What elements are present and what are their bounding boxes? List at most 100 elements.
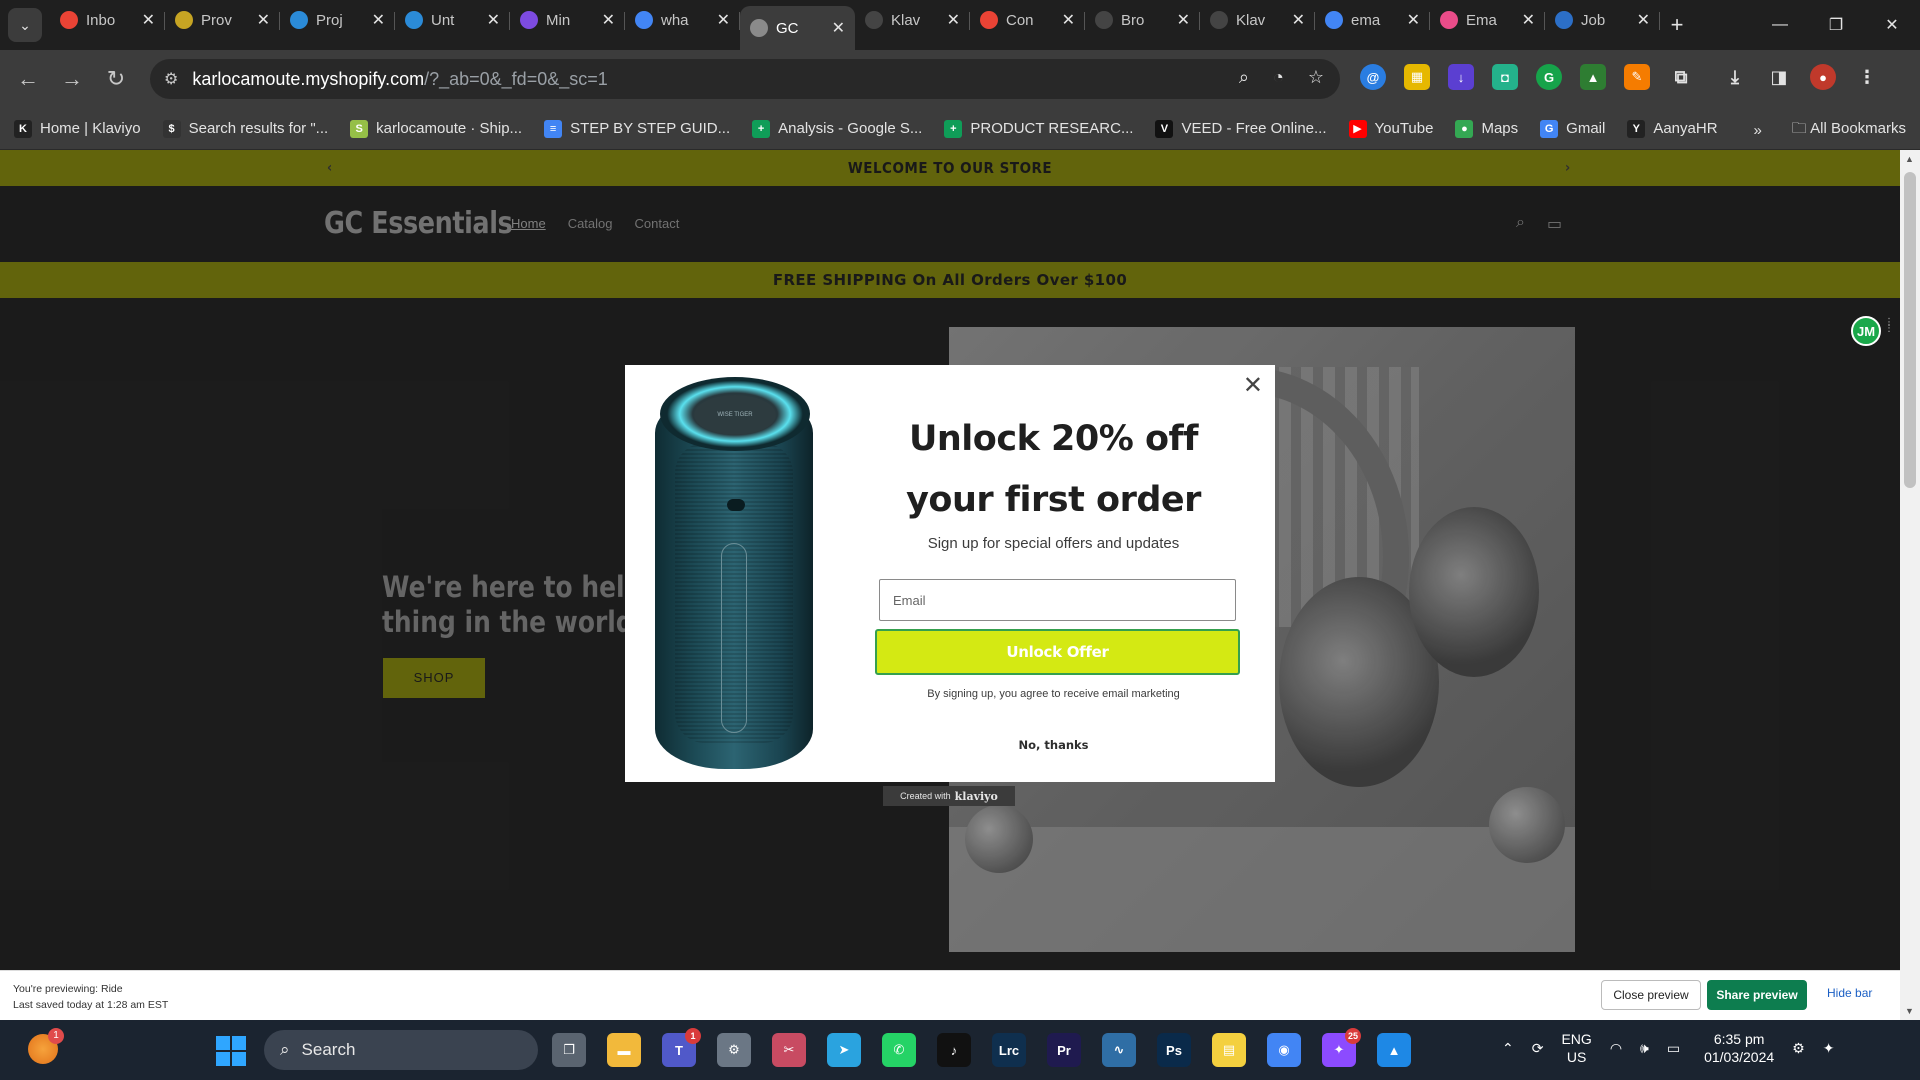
- browser-tab[interactable]: Unt ✕: [395, 0, 510, 40]
- browser-tab[interactable]: Con ✕: [970, 0, 1085, 40]
- tab-close-icon[interactable]: ✕: [717, 10, 730, 30]
- extension-folder-icon[interactable]: ▦: [1404, 64, 1430, 90]
- download-icon[interactable]: ⤓: [1722, 64, 1748, 90]
- task-view-icon[interactable]: ❐: [552, 1033, 586, 1067]
- scrollbar-thumb[interactable]: [1904, 172, 1916, 488]
- hide-bar-link[interactable]: Hide bar: [1827, 986, 1872, 1000]
- email-field[interactable]: Email: [879, 579, 1236, 621]
- reload-button[interactable]: ↻: [94, 57, 138, 101]
- drag-handle-icon[interactable]: ⋮ ⋮: [1884, 318, 1894, 334]
- tab-close-icon[interactable]: ✕: [1292, 10, 1305, 30]
- tab-close-icon[interactable]: ✕: [1522, 10, 1535, 30]
- settings-icon[interactable]: ⚙: [717, 1033, 751, 1067]
- telegram-icon[interactable]: ➤: [827, 1033, 861, 1067]
- tab-close-icon[interactable]: ✕: [1177, 10, 1190, 30]
- chrome-icon[interactable]: ◉: [1267, 1033, 1301, 1067]
- more-bookmarks-icon[interactable]: »: [1753, 122, 1761, 139]
- premiere-icon[interactable]: Pr: [1047, 1033, 1081, 1067]
- tab-close-icon[interactable]: ✕: [947, 10, 960, 30]
- windows-start-icon[interactable]: [216, 1036, 246, 1066]
- bookmark-item[interactable]: G Gmail: [1540, 119, 1605, 138]
- bookmark-item[interactable]: + PRODUCT RESEARC...: [944, 119, 1133, 138]
- tab-close-icon[interactable]: ✕: [602, 10, 615, 30]
- profile-avatar[interactable]: ●: [1810, 64, 1836, 90]
- browser-tab[interactable]: GC ✕: [740, 6, 855, 50]
- resource-monitor-icon[interactable]: ∿: [1102, 1033, 1136, 1067]
- address-bar[interactable]: ⚙ karlocamoute.myshopify.com/?_ab=0&_fd=…: [150, 59, 1340, 99]
- tab-close-icon[interactable]: ✕: [487, 10, 500, 30]
- forward-button[interactable]: →: [50, 57, 94, 101]
- bookmark-item[interactable]: + Analysis - Google S...: [752, 119, 922, 138]
- browser-tab[interactable]: Prov ✕: [165, 0, 280, 40]
- tab-search-button[interactable]: ⌄: [8, 8, 42, 42]
- battery-icon[interactable]: ▭: [1667, 1040, 1680, 1057]
- grammarly-icon[interactable]: G: [1536, 64, 1562, 90]
- browser-tab[interactable]: Min ✕: [510, 0, 625, 40]
- tree-extension-icon[interactable]: ▲: [1580, 64, 1606, 90]
- tab-close-icon[interactable]: ✕: [142, 10, 155, 30]
- pen-extension-icon[interactable]: ✎: [1624, 64, 1650, 90]
- bookmark-item[interactable]: V VEED - Free Online...: [1155, 119, 1327, 138]
- weather-widget-icon[interactable]: 1: [28, 1028, 64, 1064]
- snipping-tool-icon[interactable]: ✂: [772, 1033, 806, 1067]
- browser-tab[interactable]: Klav ✕: [1200, 0, 1315, 40]
- close-preview-button[interactable]: Close preview: [1601, 980, 1701, 1010]
- taskbar-search[interactable]: ⌕ Search: [264, 1030, 538, 1070]
- sticky-notes-icon[interactable]: ▤: [1212, 1033, 1246, 1067]
- whatsapp-icon[interactable]: ✆: [882, 1033, 916, 1067]
- browser-tab[interactable]: Job ✕: [1545, 0, 1660, 40]
- messenger-icon[interactable]: ✦ 25: [1322, 1028, 1361, 1067]
- browser-tab[interactable]: Klav ✕: [855, 0, 970, 40]
- file-explorer-icon[interactable]: ▬: [607, 1033, 641, 1067]
- photoshop-icon[interactable]: Ps: [1157, 1033, 1191, 1067]
- bookmark-item[interactable]: Y AanyaHR: [1627, 119, 1718, 138]
- teams-icon[interactable]: T1: [662, 1028, 701, 1067]
- share-preview-button[interactable]: Share preview: [1707, 980, 1807, 1010]
- language-indicator[interactable]: ENG US: [1561, 1030, 1591, 1066]
- sync-icon[interactable]: ⟳: [1532, 1040, 1544, 1057]
- chevron-up-icon[interactable]: ⌃: [1502, 1040, 1514, 1057]
- side-panel-icon[interactable]: ◨: [1766, 64, 1792, 90]
- scroll-up-icon[interactable]: ▲: [1905, 154, 1914, 164]
- tab-close-icon[interactable]: ✕: [832, 18, 845, 38]
- bookmark-item[interactable]: K Home | Klaviyo: [14, 119, 141, 138]
- page-scrollbar[interactable]: ▲ ▼: [1900, 150, 1920, 1020]
- menu-dots-icon[interactable]: ⋮: [1854, 64, 1880, 90]
- all-bookmarks-button[interactable]: 🗀 All Bookmarks: [1792, 118, 1906, 143]
- bookmark-star-icon[interactable]: ☆: [1308, 67, 1324, 88]
- restore-icon[interactable]: ❐: [1808, 0, 1864, 50]
- browser-tab[interactable]: Proj ✕: [280, 0, 395, 40]
- shield-extension-icon[interactable]: ◘: [1492, 64, 1518, 90]
- performance-icon[interactable]: ◔: [1273, 67, 1284, 88]
- tab-close-icon[interactable]: ✕: [1062, 10, 1075, 30]
- zoom-icon[interactable]: ⌕: [1239, 67, 1249, 88]
- close-icon[interactable]: ✕: [1243, 374, 1263, 398]
- back-button[interactable]: ←: [6, 57, 50, 101]
- download-extension-icon[interactable]: ↓: [1448, 64, 1474, 90]
- browser-tab[interactable]: Ema ✕: [1430, 0, 1545, 40]
- copilot-icon[interactable]: ✦: [1823, 1040, 1835, 1057]
- photos-icon[interactable]: ▲: [1377, 1033, 1411, 1067]
- bookmark-item[interactable]: Skarlocamoute · Ship...: [350, 119, 522, 138]
- browser-tab[interactable]: Inbo ✕: [50, 0, 165, 40]
- volume-icon[interactable]: 🕪: [1640, 1040, 1649, 1057]
- tab-close-icon[interactable]: ✕: [1407, 10, 1420, 30]
- bookmark-item[interactable]: ● Maps: [1455, 119, 1518, 138]
- browser-tab[interactable]: Bro ✕: [1085, 0, 1200, 40]
- notification-gear-icon[interactable]: ⚙: [1792, 1040, 1805, 1057]
- puzzle-icon[interactable]: ⧉: [1668, 64, 1694, 90]
- email-extension-icon[interactable]: @: [1360, 64, 1386, 90]
- browser-tab[interactable]: ema ✕: [1315, 0, 1430, 40]
- klaviyo-badge[interactable]: Created with klaviyo: [883, 786, 1015, 806]
- wifi-icon[interactable]: ◠: [1610, 1040, 1622, 1057]
- lightroom-classic-icon[interactable]: Lrc: [992, 1033, 1026, 1067]
- tab-close-icon[interactable]: ✕: [257, 10, 270, 30]
- bookmark-item[interactable]: ≡ STEP BY STEP GUID...: [544, 119, 730, 138]
- unlock-offer-button[interactable]: Unlock Offer: [875, 629, 1240, 675]
- tiktok-icon[interactable]: ♪: [937, 1033, 971, 1067]
- bookmark-item[interactable]: $ Search results for "...: [162, 119, 328, 138]
- scroll-down-icon[interactable]: ▼: [1905, 1006, 1914, 1016]
- tab-close-icon[interactable]: ✕: [1637, 10, 1650, 30]
- bookmark-item[interactable]: ▶ YouTube: [1348, 119, 1433, 138]
- no-thanks-link[interactable]: No, thanks: [851, 738, 1256, 752]
